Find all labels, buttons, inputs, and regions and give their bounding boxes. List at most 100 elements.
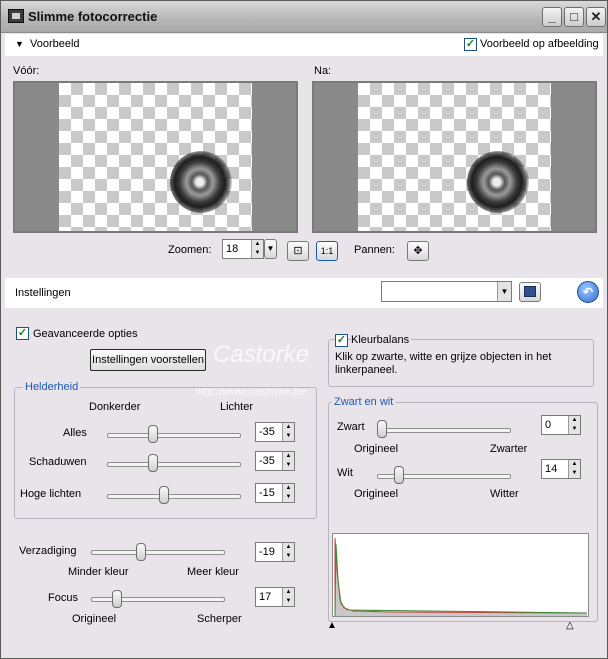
saturation-thumb[interactable]: [135, 543, 146, 561]
preset-dropdown[interactable]: ▼: [381, 281, 512, 302]
brightness-all-slider[interactable]: [107, 433, 241, 438]
after-photo-subject: [467, 151, 529, 213]
histogram-green-curve: [334, 543, 588, 617]
zoom-spin-arrows[interactable]: ▲ ▼: [251, 240, 263, 258]
title-bar[interactable]: Slimme fotocorrectie _ □ ✕: [1, 1, 607, 33]
black-point-thumb[interactable]: [377, 420, 387, 438]
saturation-value[interactable]: -19: [259, 546, 275, 558]
shadows-spin-arrows[interactable]: ▲ ▼: [282, 452, 294, 470]
histogram-black-marker-icon[interactable]: ▲: [327, 620, 337, 631]
highlights-spinner[interactable]: -15 ▲ ▼: [255, 483, 295, 503]
black-white-group-title: Zwart en wit: [332, 396, 396, 408]
saturation-label: Verzadiging: [19, 545, 77, 557]
preview-toggle-label[interactable]: Voorbeeld: [30, 38, 80, 50]
black-point-min-label: Origineel: [354, 443, 399, 455]
shadows-slider[interactable]: [107, 462, 241, 467]
brightness-all-thumb[interactable]: [147, 425, 158, 443]
app-icon: [8, 9, 24, 23]
shadows-label: Schaduwen: [29, 456, 87, 468]
zoom-dropdown-icon[interactable]: ▼: [264, 239, 277, 259]
histogram-graph: [334, 537, 588, 617]
reset-icon[interactable]: ↶: [577, 281, 599, 303]
highlights-slider[interactable]: [107, 494, 241, 499]
saturation-min-label: Minder kleur: [68, 566, 129, 578]
zoom-one-to-one-button[interactable]: 1:1: [316, 241, 338, 261]
white-point-label: Wit: [337, 467, 353, 479]
before-preview[interactable]: [13, 81, 298, 233]
brightness-all-label: Alles: [63, 427, 87, 439]
maximize-button[interactable]: □: [564, 7, 584, 27]
after-label: Na:: [314, 65, 332, 77]
zoom-spinner[interactable]: 18 ▲ ▼: [222, 239, 264, 259]
window-title: Slimme fotocorrectie: [28, 9, 158, 24]
focus-spinner[interactable]: 17 ▲ ▼: [255, 587, 295, 607]
histogram-luminance-area: [335, 540, 587, 616]
focus-value[interactable]: 17: [259, 591, 271, 603]
settings-label: Instellingen: [15, 287, 71, 299]
close-button[interactable]: ✕: [586, 7, 606, 27]
advanced-options-checkbox[interactable]: ✓: [16, 327, 29, 340]
saturation-max-label: Meer kleur: [187, 566, 239, 578]
collapse-arrow-icon[interactable]: ▼: [15, 39, 24, 49]
dialog-window: Slimme fotocorrectie _ □ ✕ ▼ Voorbeeld ✓…: [0, 0, 608, 659]
advanced-options-label: Geavanceerde opties: [33, 328, 138, 340]
before-label: Vóór:: [13, 65, 40, 77]
brightness-all-value[interactable]: -35: [259, 426, 275, 438]
preview-on-image-checkbox[interactable]: ✓: [464, 38, 477, 51]
shadows-thumb[interactable]: [147, 454, 158, 472]
histogram-red-curve: [334, 537, 588, 616]
brightness-all-spinner[interactable]: -35 ▲ ▼: [255, 422, 295, 442]
black-point-slider[interactable]: [377, 428, 511, 433]
preview-on-image-label: Voorbeeld op afbeelding: [480, 38, 599, 50]
after-preview: [312, 81, 597, 233]
darker-label: Donkerder: [89, 401, 141, 413]
black-point-value[interactable]: 0: [545, 419, 551, 431]
lighter-label: Lichter: [220, 401, 254, 413]
white-point-max-label: Witter: [490, 488, 519, 500]
highlights-thumb[interactable]: [159, 486, 170, 504]
histogram-white-marker-icon[interactable]: △: [566, 620, 574, 631]
save-preset-icon[interactable]: [519, 282, 541, 302]
white-point-thumb[interactable]: [394, 466, 405, 484]
preview-header: ▼ Voorbeeld ✓ Voorbeeld op afbeelding: [5, 34, 603, 56]
color-balance-checkbox[interactable]: ✓: [335, 334, 348, 347]
white-point-spinner[interactable]: 14 ▲ ▼: [541, 459, 581, 479]
histogram: [332, 533, 589, 617]
white-point-spin-arrows[interactable]: ▲ ▼: [568, 460, 580, 478]
zoom-fit-icon[interactable]: ⊡: [287, 241, 309, 261]
highlights-label: Hoge lichten: [20, 488, 82, 500]
after-canvas: [358, 83, 551, 231]
color-balance-hint: Klik op zwarte, witte en grijze objecten…: [335, 351, 552, 376]
minimize-button[interactable]: _: [542, 7, 562, 27]
saturation-spinner[interactable]: -19 ▲ ▼: [255, 542, 295, 562]
zoom-value[interactable]: 18: [226, 243, 238, 255]
brightness-all-spin-arrows[interactable]: ▲ ▼: [282, 423, 294, 441]
pan-move-icon[interactable]: ✥: [407, 241, 429, 261]
focus-spin-arrows[interactable]: ▲ ▼: [282, 588, 294, 606]
highlights-spin-arrows[interactable]: ▲ ▼: [282, 484, 294, 502]
brightness-group-title: Helderheid: [23, 381, 81, 393]
zoom-label: Zoomen:: [168, 244, 212, 256]
focus-thumb[interactable]: [112, 590, 123, 608]
before-canvas[interactable]: [59, 83, 252, 231]
shadows-value[interactable]: -35: [259, 455, 275, 467]
black-point-spin-arrows[interactable]: ▲ ▼: [568, 416, 580, 434]
focus-label: Focus: [48, 592, 78, 604]
focus-min-label: Origineel: [72, 613, 117, 625]
saturation-spin-arrows[interactable]: ▲ ▼: [282, 543, 294, 561]
black-point-spinner[interactable]: 0 ▲ ▼: [541, 415, 581, 435]
watermark-name: Castorke: [213, 341, 310, 368]
before-photo-subject: [170, 151, 232, 213]
shadows-spinner[interactable]: -35 ▲ ▼: [255, 451, 295, 471]
preset-dropdown-arrow-icon[interactable]: ▼: [497, 282, 511, 301]
suggest-settings-button[interactable]: Instellingen voorstellen: [90, 349, 206, 371]
focus-max-label: Scherper: [197, 613, 242, 625]
color-balance-label: Kleurbalans: [351, 334, 412, 346]
white-point-min-label: Origineel: [354, 488, 399, 500]
black-point-max-label: Zwarter: [490, 443, 528, 455]
settings-bar: Instellingen ▼ ↶: [5, 278, 603, 308]
highlights-value[interactable]: -15: [259, 487, 275, 499]
white-point-value[interactable]: 14: [545, 463, 557, 475]
black-point-label: Zwart: [337, 421, 365, 433]
saturation-slider[interactable]: [91, 550, 225, 555]
